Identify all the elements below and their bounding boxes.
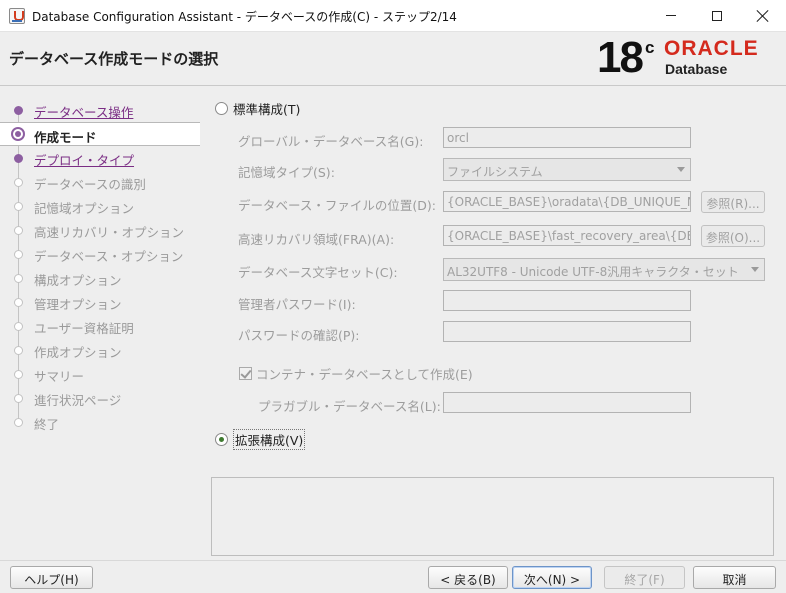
container-db-option[interactable]: コンテナ・データベースとして作成(E)	[239, 364, 473, 382]
step-dot-icon	[14, 394, 23, 403]
nav-step-fast-recovery: 高速リカバリ・オプション	[0, 218, 200, 242]
brand-version: 18	[597, 33, 644, 82]
typical-config-radio[interactable]	[215, 101, 228, 115]
step-dot-icon	[14, 418, 23, 427]
storage-type-row: 記憶域タイプ(S): ファイルシステム	[205, 158, 780, 182]
maximize-icon	[712, 10, 722, 21]
help-button[interactable]: ヘルプ(H)	[10, 566, 93, 589]
admin-password-row: 管理者パスワード(I):	[205, 290, 780, 314]
chevron-down-icon	[677, 167, 685, 172]
browse-db-location-button[interactable]: 参照(R)...	[701, 191, 765, 213]
pdb-name-input[interactable]	[443, 392, 691, 413]
oracle-logo: ORACLE	[664, 37, 759, 60]
window-title: Database Configuration Assistant - データベー…	[32, 10, 457, 24]
confirm-password-row: パスワードの確認(P):	[205, 321, 780, 345]
nav-step-summary: サマリー	[0, 362, 200, 386]
current-step-icon	[11, 127, 25, 141]
back-button[interactable]: < 戻る(B)	[428, 566, 508, 589]
nav-step-creation-mode[interactable]: 作成モード	[0, 122, 200, 146]
admin-password-input[interactable]	[443, 290, 691, 311]
step-dot-icon	[14, 202, 23, 211]
nav-step-user-credentials: ユーザー資格証明	[0, 314, 200, 338]
db-file-location-input[interactable]: {ORACLE_BASE}\oradata\{DB_UNIQUE_NAME}	[443, 191, 691, 212]
close-window-button[interactable]	[740, 0, 786, 31]
close-icon	[757, 10, 769, 22]
db-file-location-row: データベース・ファイルの位置(D): {ORACLE_BASE}\oradata…	[205, 191, 780, 215]
page-title: データベース作成モードの選択	[9, 50, 219, 68]
global-db-name-row: グローバル・データベース名(G): orcl	[205, 127, 780, 151]
storage-type-select[interactable]: ファイルシステム	[443, 158, 691, 181]
step-navigation: データベース操作 作成モード デプロイ・タイプ データベースの識別 記憶域オプシ…	[0, 94, 200, 444]
container-db-checkbox[interactable]	[239, 366, 252, 380]
creation-mode-form: 標準構成(T) グローバル・データベース名(G): orcl 記憶域タイプ(S)…	[205, 94, 780, 474]
maximize-button[interactable]	[694, 0, 740, 31]
global-db-name-input[interactable]: orcl	[443, 127, 691, 148]
step-dot-icon	[14, 106, 23, 115]
step-dot-icon	[14, 322, 23, 331]
nav-step-creation-options: 作成オプション	[0, 338, 200, 362]
step-dot-icon	[14, 346, 23, 355]
page-header: データベース作成モードの選択 18 c ORACLE Database	[0, 32, 786, 86]
advanced-config-radio[interactable]	[215, 432, 228, 446]
fra-row: 高速リカバリ領域(FRA)(A): {ORACLE_BASE}\fast_rec…	[205, 225, 780, 249]
advanced-config-option[interactable]: 拡張構成(V)	[215, 428, 306, 450]
brand-product: Database	[665, 61, 728, 77]
step-dot-icon	[14, 274, 23, 283]
nav-step-finish: 終了	[0, 410, 200, 434]
brand-version-suffix: c	[645, 38, 655, 57]
confirm-password-input[interactable]	[443, 321, 691, 342]
nav-step-management-options: 管理オプション	[0, 290, 200, 314]
finish-button[interactable]: 終了(F)	[604, 566, 685, 589]
browse-fra-button[interactable]: 参照(O)...	[701, 225, 765, 247]
minimize-icon	[666, 15, 676, 16]
step-dot-icon	[14, 298, 23, 307]
minimize-button[interactable]	[648, 0, 694, 31]
step-dot-icon	[14, 370, 23, 379]
pdb-name-row: プラガブル・データベース名(L):	[205, 392, 780, 416]
java-app-icon	[9, 8, 25, 24]
step-dot-icon	[14, 178, 23, 187]
charset-row: データベース文字セット(C): AL32UTF8 - Unicode UTF-8…	[205, 258, 780, 282]
nav-step-db-options: データベース・オプション	[0, 242, 200, 266]
nav-step-db-operation[interactable]: データベース操作	[0, 98, 200, 122]
title-bar: Database Configuration Assistant - データベー…	[0, 0, 786, 32]
nav-step-deploy-type[interactable]: デプロイ・タイプ	[0, 146, 200, 170]
charset-select[interactable]: AL32UTF8 - Unicode UTF-8汎用キャラクタ・セット	[443, 258, 765, 281]
next-button[interactable]: 次へ(N) >	[512, 566, 592, 589]
typical-config-option[interactable]: 標準構成(T)	[215, 99, 300, 117]
step-dot-icon	[14, 250, 23, 259]
nav-step-storage-options: 記憶域オプション	[0, 194, 200, 218]
step-dot-icon	[14, 154, 23, 163]
cancel-button[interactable]: 取消	[693, 566, 776, 589]
step-dot-icon	[14, 226, 23, 235]
message-panel	[211, 477, 774, 556]
nav-step-progress: 進行状況ページ	[0, 386, 200, 410]
chevron-down-icon	[751, 267, 759, 272]
fra-location-input[interactable]: {ORACLE_BASE}\fast_recovery_area\{DB_UNI…	[443, 225, 691, 246]
footer-divider	[0, 560, 786, 561]
nav-step-config-options: 構成オプション	[0, 266, 200, 290]
nav-step-db-identification: データベースの識別	[0, 170, 200, 194]
